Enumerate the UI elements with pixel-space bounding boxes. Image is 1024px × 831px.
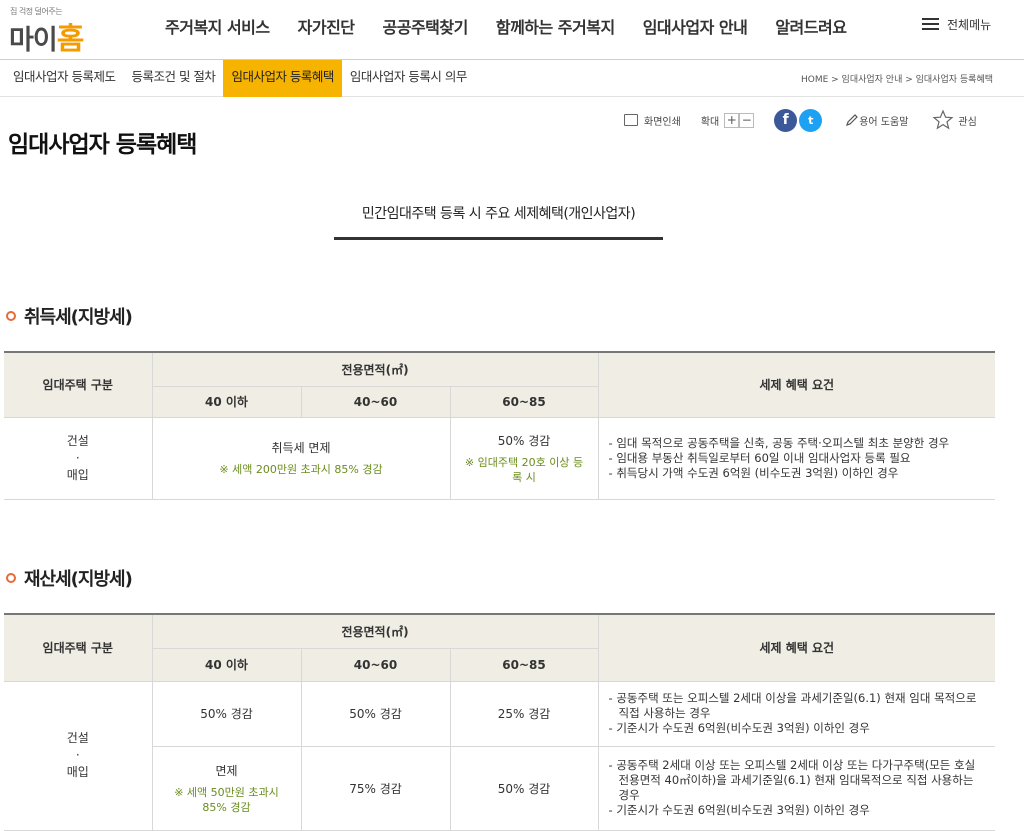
table-cell: 75% 경감 — [300, 745, 451, 831]
header-area-40-60: 40~60 — [300, 385, 451, 418]
main-menu: 주거복지 서비스 자가진단 공공주택찾기 함께하는 주거복지 임대사업자 안내 … — [165, 14, 874, 38]
facebook-share-icon[interactable]: f — [774, 108, 798, 132]
header-requirements: 세제 혜택 요건 — [597, 351, 996, 418]
table-row: 건설 · 매입 50% 경감 50% 경감 25% 경감 - 공동주택 또는 오… — [4, 680, 996, 831]
property-tax-title: 재산세(지방세) — [6, 565, 133, 591]
table-cell: 면제 ※ 세액 50만원 초과시 85% 경감 — [152, 745, 302, 831]
sub-navigation: 임대사업자 등록제도 등록조건 및 절차 임대사업자 등록혜택 임대사업자 등록… — [0, 60, 1024, 97]
header-exclusive-area: 전용면적(㎡) — [151, 613, 599, 649]
header-area-40-60: 40~60 — [300, 647, 451, 682]
glossary-label: 용어 도움말 — [859, 116, 909, 128]
header-housing-type: 임대주택 구분 — [4, 613, 153, 682]
top-header: 집 걱정 덜어주는 마이홈 주거복지 서비스 자가진단 공공주택찾기 함께하는 … — [0, 0, 1024, 60]
tab-registration-duties[interactable]: 임대사업자 등록시 의무 — [342, 60, 475, 97]
favorite-label: 관심 — [958, 116, 977, 128]
hamburger-icon — [922, 18, 939, 31]
exempt-cell: 취득세 면제 ※ 세액 200만원 초과시 85% 경감 — [151, 416, 451, 500]
header-area-60-85: 60~85 — [449, 385, 599, 418]
requirements-cell: - 공동주택 2세대 이상 또는 오피스텔 2세대 이상 또는 다가구주택(모든… — [597, 745, 996, 831]
header-area-40-below: 40 이하 — [152, 385, 302, 418]
glossary-button[interactable]: 용어 도움말 — [845, 113, 908, 128]
all-menu-button[interactable]: 전체메뉴 — [922, 16, 991, 33]
print-label: 화면인쇄 — [644, 116, 681, 128]
menu-public-housing-search[interactable]: 공공주택찾기 — [383, 14, 469, 38]
printer-icon — [624, 114, 638, 126]
zoom-label: 확대 — [700, 116, 720, 128]
tax-benefit-heading: 민간임대주택 등록 시 주요 세제혜택(개인사업자) — [334, 190, 663, 240]
menu-housing-welfare-service[interactable]: 주거복지 서비스 — [165, 14, 270, 38]
header-area-60-85: 60~85 — [449, 647, 599, 682]
requirements-cell: - 공동주택 또는 오피스텔 2세대 이상을 과세기준일(6.1) 현재 임대 … — [597, 680, 996, 747]
zoom-in-button[interactable]: + — [724, 112, 740, 128]
menu-self-diagnosis[interactable]: 자가진단 — [298, 14, 355, 38]
header-exclusive-area: 전용면적(㎡) — [151, 351, 599, 387]
table-row: 면제 ※ 세액 50만원 초과시 85% 경감 75% 경감 50% 경감 - … — [4, 745, 996, 831]
tab-conditions-procedure[interactable]: 등록조건 및 절차 — [123, 60, 223, 97]
logo-wordmark: 마이홈 — [9, 22, 84, 57]
table-row: 건설 · 매입 취득세 면제 ※ 세액 200만원 초과시 85% 경감 50%… — [4, 416, 996, 500]
circle-bullet-icon — [6, 573, 16, 583]
row-label: 건설 · 매입 — [4, 680, 153, 831]
zoom-out-button[interactable]: − — [739, 112, 755, 128]
row-label: 건설 · 매입 — [4, 416, 153, 500]
page-tools: 화면인쇄 확대 + − f t 용어 도움말 관심 — [624, 108, 977, 132]
pencil-icon — [846, 114, 859, 126]
favorite-button[interactable]: 관심 — [932, 109, 977, 131]
table-cell: 25% 경감 — [449, 680, 599, 747]
menu-shared-housing-welfare[interactable]: 함께하는 주거복지 — [496, 14, 615, 38]
star-icon — [932, 109, 954, 130]
tab-registration-system[interactable]: 임대사업자 등록제도 — [0, 60, 123, 97]
acquisition-tax-table: 임대주택 구분 전용면적(㎡) 세제 혜택 요건 40 이하 40~60 60~… — [4, 351, 996, 500]
twitter-share-icon[interactable]: t — [799, 108, 823, 132]
property-tax-table: 임대주택 구분 전용면적(㎡) 세제 혜택 요건 40 이하 40~60 60~… — [4, 613, 996, 831]
tax-benefit-heading-text: 민간임대주택 등록 시 주요 세제혜택(개인사업자) — [361, 206, 636, 222]
requirements-cell: - 임대 목적으로 공동주택을 신축, 공동 주택·오피스텔 최초 분양한 경우… — [597, 416, 996, 500]
header-area-40-below: 40 이하 — [152, 647, 302, 682]
print-button[interactable]: 화면인쇄 — [624, 113, 681, 128]
site-logo[interactable]: 집 걱정 덜어주는 마이홈 — [9, 6, 104, 57]
tab-registration-benefits[interactable]: 임대사업자 등록혜택 — [223, 60, 342, 97]
zoom-control: 확대 + − — [681, 112, 755, 128]
reduce-cell: 50% 경감 ※ 임대주택 20호 이상 등록 시 — [449, 416, 599, 500]
table-cell: 50% 경감 — [151, 680, 302, 747]
circle-bullet-icon — [6, 311, 16, 321]
header-requirements: 세제 혜택 요건 — [597, 613, 996, 682]
menu-notices[interactable]: 알려드려요 — [775, 14, 847, 38]
breadcrumb: HOME > 임대사업자 안내 > 임대사업자 등록혜택 — [800, 75, 993, 85]
menu-rental-business-guide[interactable]: 임대사업자 안내 — [643, 14, 748, 38]
acquisition-tax-title: 취득세(지방세) — [6, 303, 133, 329]
all-menu-label: 전체메뉴 — [947, 18, 992, 32]
table-cell: 50% 경감 — [449, 745, 599, 831]
header-housing-type: 임대주택 구분 — [4, 351, 153, 418]
page-title: 임대사업자 등록혜택 — [8, 132, 197, 158]
table-cell: 50% 경감 — [300, 680, 451, 747]
